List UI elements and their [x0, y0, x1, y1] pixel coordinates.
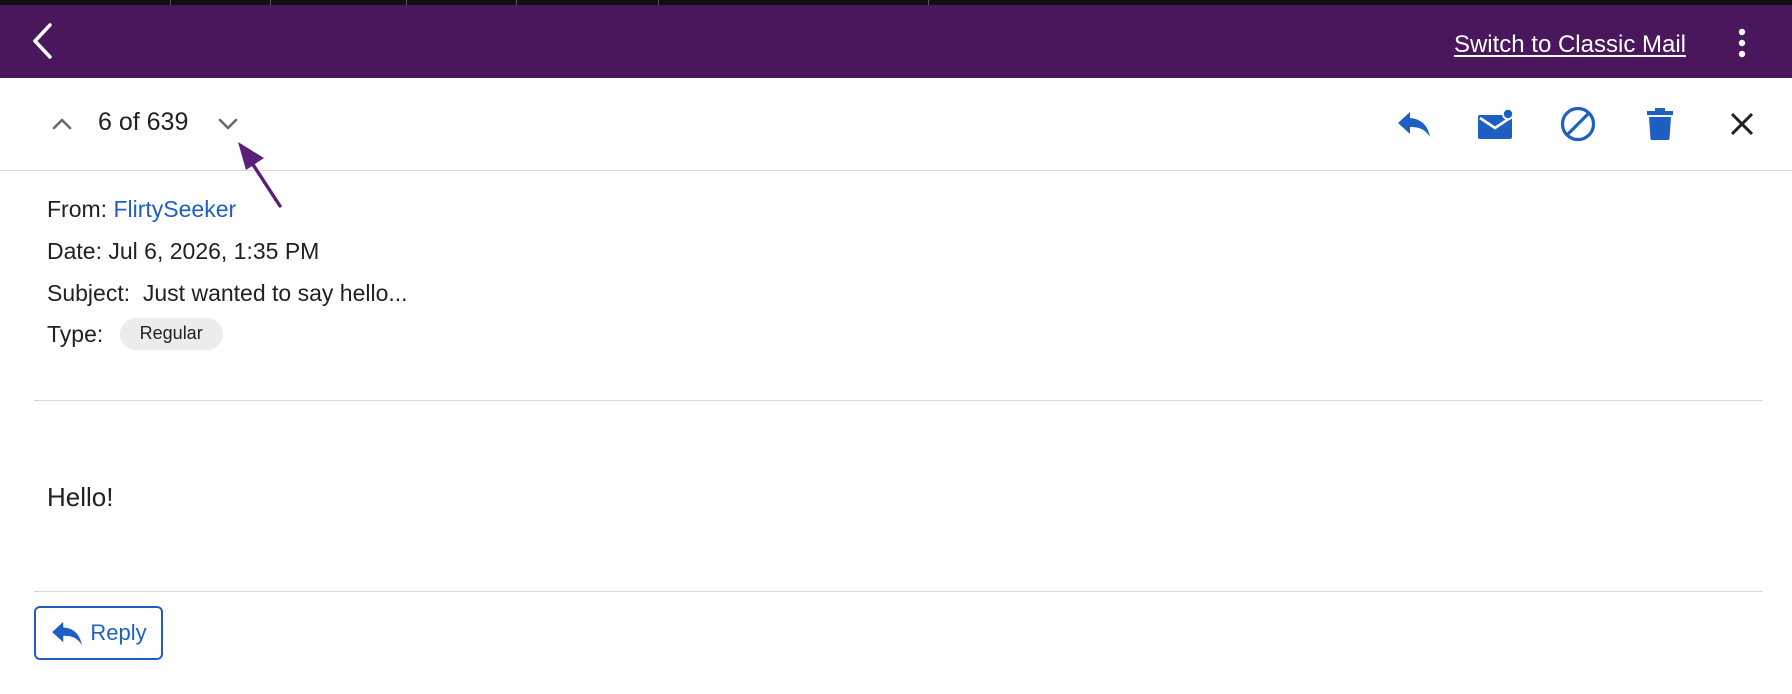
- mark-unread-icon: [1478, 108, 1514, 139]
- reply-icon: [52, 621, 83, 646]
- back-button[interactable]: [22, 19, 62, 63]
- message-body: Hello!: [47, 482, 114, 512]
- sender-link[interactable]: FlirtySeeker: [113, 196, 236, 222]
- close-button[interactable]: [1718, 100, 1766, 148]
- subject-row: Subject: Just wanted to say hello...: [47, 280, 408, 307]
- subject-label: Subject:: [47, 280, 131, 306]
- date-row: Date: Jul 6, 2026, 1:35 PM: [47, 238, 319, 265]
- from-row: From: FlirtySeeker: [47, 196, 236, 223]
- annotation-arrow-icon: [238, 142, 282, 208]
- more-vertical-icon: [1738, 28, 1746, 58]
- close-icon: [1730, 112, 1754, 136]
- date-value: Jul 6, 2026, 1:35 PM: [108, 238, 320, 264]
- chevron-left-icon: [33, 23, 52, 59]
- next-message-button[interactable]: [212, 108, 244, 140]
- type-label: Type:: [47, 321, 104, 348]
- subject-value: Just wanted to say hello...: [142, 280, 408, 306]
- mark-unread-button[interactable]: [1472, 100, 1520, 148]
- type-row: Type: Regular: [47, 318, 223, 352]
- message-counter: 6 of 639: [98, 108, 189, 136]
- block-sender-button[interactable]: [1554, 100, 1602, 148]
- trash-icon: [1647, 108, 1673, 140]
- block-icon: [1560, 106, 1596, 142]
- body-divider: [34, 591, 1763, 592]
- header-divider: [34, 400, 1763, 401]
- chevron-up-icon: [52, 118, 72, 130]
- type-badge: Regular: [119, 318, 223, 350]
- delete-button[interactable]: [1636, 100, 1684, 148]
- previous-message-button[interactable]: [46, 108, 78, 140]
- reply-icon: [1398, 112, 1430, 137]
- from-label: From:: [47, 196, 108, 222]
- date-label: Date:: [47, 238, 102, 264]
- reply-button-label: Reply: [90, 620, 147, 645]
- reply-toolbar-button[interactable]: [1390, 100, 1438, 148]
- switch-to-classic-mail-link[interactable]: Switch to Classic Mail: [1454, 31, 1686, 59]
- more-options-button[interactable]: [1728, 23, 1756, 63]
- app-header: Switch to Classic Mail: [0, 5, 1792, 78]
- chevron-down-icon: [218, 118, 238, 130]
- reply-button[interactable]: Reply: [34, 606, 163, 660]
